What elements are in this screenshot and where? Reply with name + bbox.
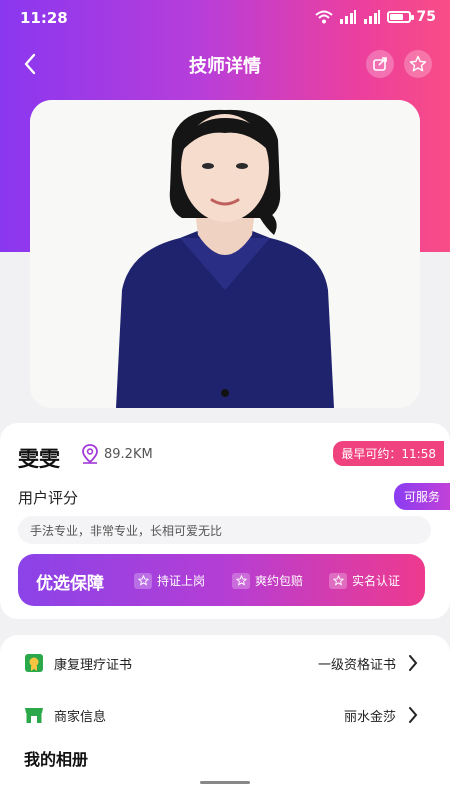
star-icon (232, 572, 250, 589)
home-indicator[interactable] (200, 781, 250, 784)
status-time: 11:28 (20, 9, 68, 27)
favorite-button[interactable] (404, 50, 432, 78)
technician-info-card: 雯雯 89.2KM 最早可约：11:58 用户评分 可服务 手法专业，非常专业，… (0, 423, 450, 619)
technician-name: 雯雯 (18, 447, 60, 471)
distance-info: 89.2KM (80, 443, 153, 465)
guarantee-title: 优选保障 (36, 574, 104, 594)
carousel-indicator[interactable] (221, 389, 229, 397)
share-button[interactable] (366, 50, 394, 78)
certificate-icon (25, 654, 43, 672)
guarantee-item-certified: 持证上岗 (134, 572, 205, 589)
album-title: 我的相册 (24, 750, 89, 769)
earliest-available-badge: 最早可约：11:58 (333, 441, 444, 466)
chevron-right-icon (406, 654, 420, 672)
merchant-row[interactable]: 商家信息 丽水金莎 (24, 703, 420, 727)
rating-label: 用户评分 (18, 489, 79, 507)
battery-icon (386, 11, 414, 23)
guarantee-banner[interactable]: 优选保障 持证上岗 爽约包赔 实名认证 (18, 554, 425, 606)
shop-icon (25, 708, 43, 723)
availability-badge: 可服务 (393, 483, 450, 510)
star-icon (329, 572, 347, 589)
technician-photo[interactable] (30, 100, 420, 408)
certificate-value: 一级资格证书 (317, 657, 396, 673)
signal-icon (339, 10, 356, 24)
share-icon (373, 57, 387, 71)
certificate-label: 康复理疗证书 (54, 657, 133, 673)
status-icons: 75 (314, 9, 436, 25)
status-bar: 11:28 75 (0, 0, 450, 36)
battery-percent: 75 (416, 9, 436, 25)
location-pin-icon (82, 444, 98, 464)
certificate-row[interactable]: 康复理疗证书 一级资格证书 (24, 651, 420, 675)
guarantee-item-compensation: 爽约包赔 (232, 572, 303, 589)
technician-portrait-image (30, 100, 420, 408)
chevron-right-icon (406, 706, 420, 724)
nav-bar: 技师详情 (0, 44, 450, 84)
guarantee-item-verified: 实名认证 (329, 572, 400, 589)
details-card: 康复理疗证书 一级资格证书 商家信息 丽水金莎 我的相册 (0, 635, 450, 800)
distance-text: 89.2KM (104, 446, 153, 462)
favorite-star-icon (409, 55, 427, 72)
wifi-icon (314, 10, 333, 24)
star-icon (134, 572, 152, 589)
merchant-label: 商家信息 (54, 709, 107, 725)
merchant-value: 丽水金莎 (343, 709, 396, 725)
review-comment: 手法专业，非常专业，长相可爱无比 (18, 516, 431, 544)
signal-2-icon (363, 10, 380, 24)
